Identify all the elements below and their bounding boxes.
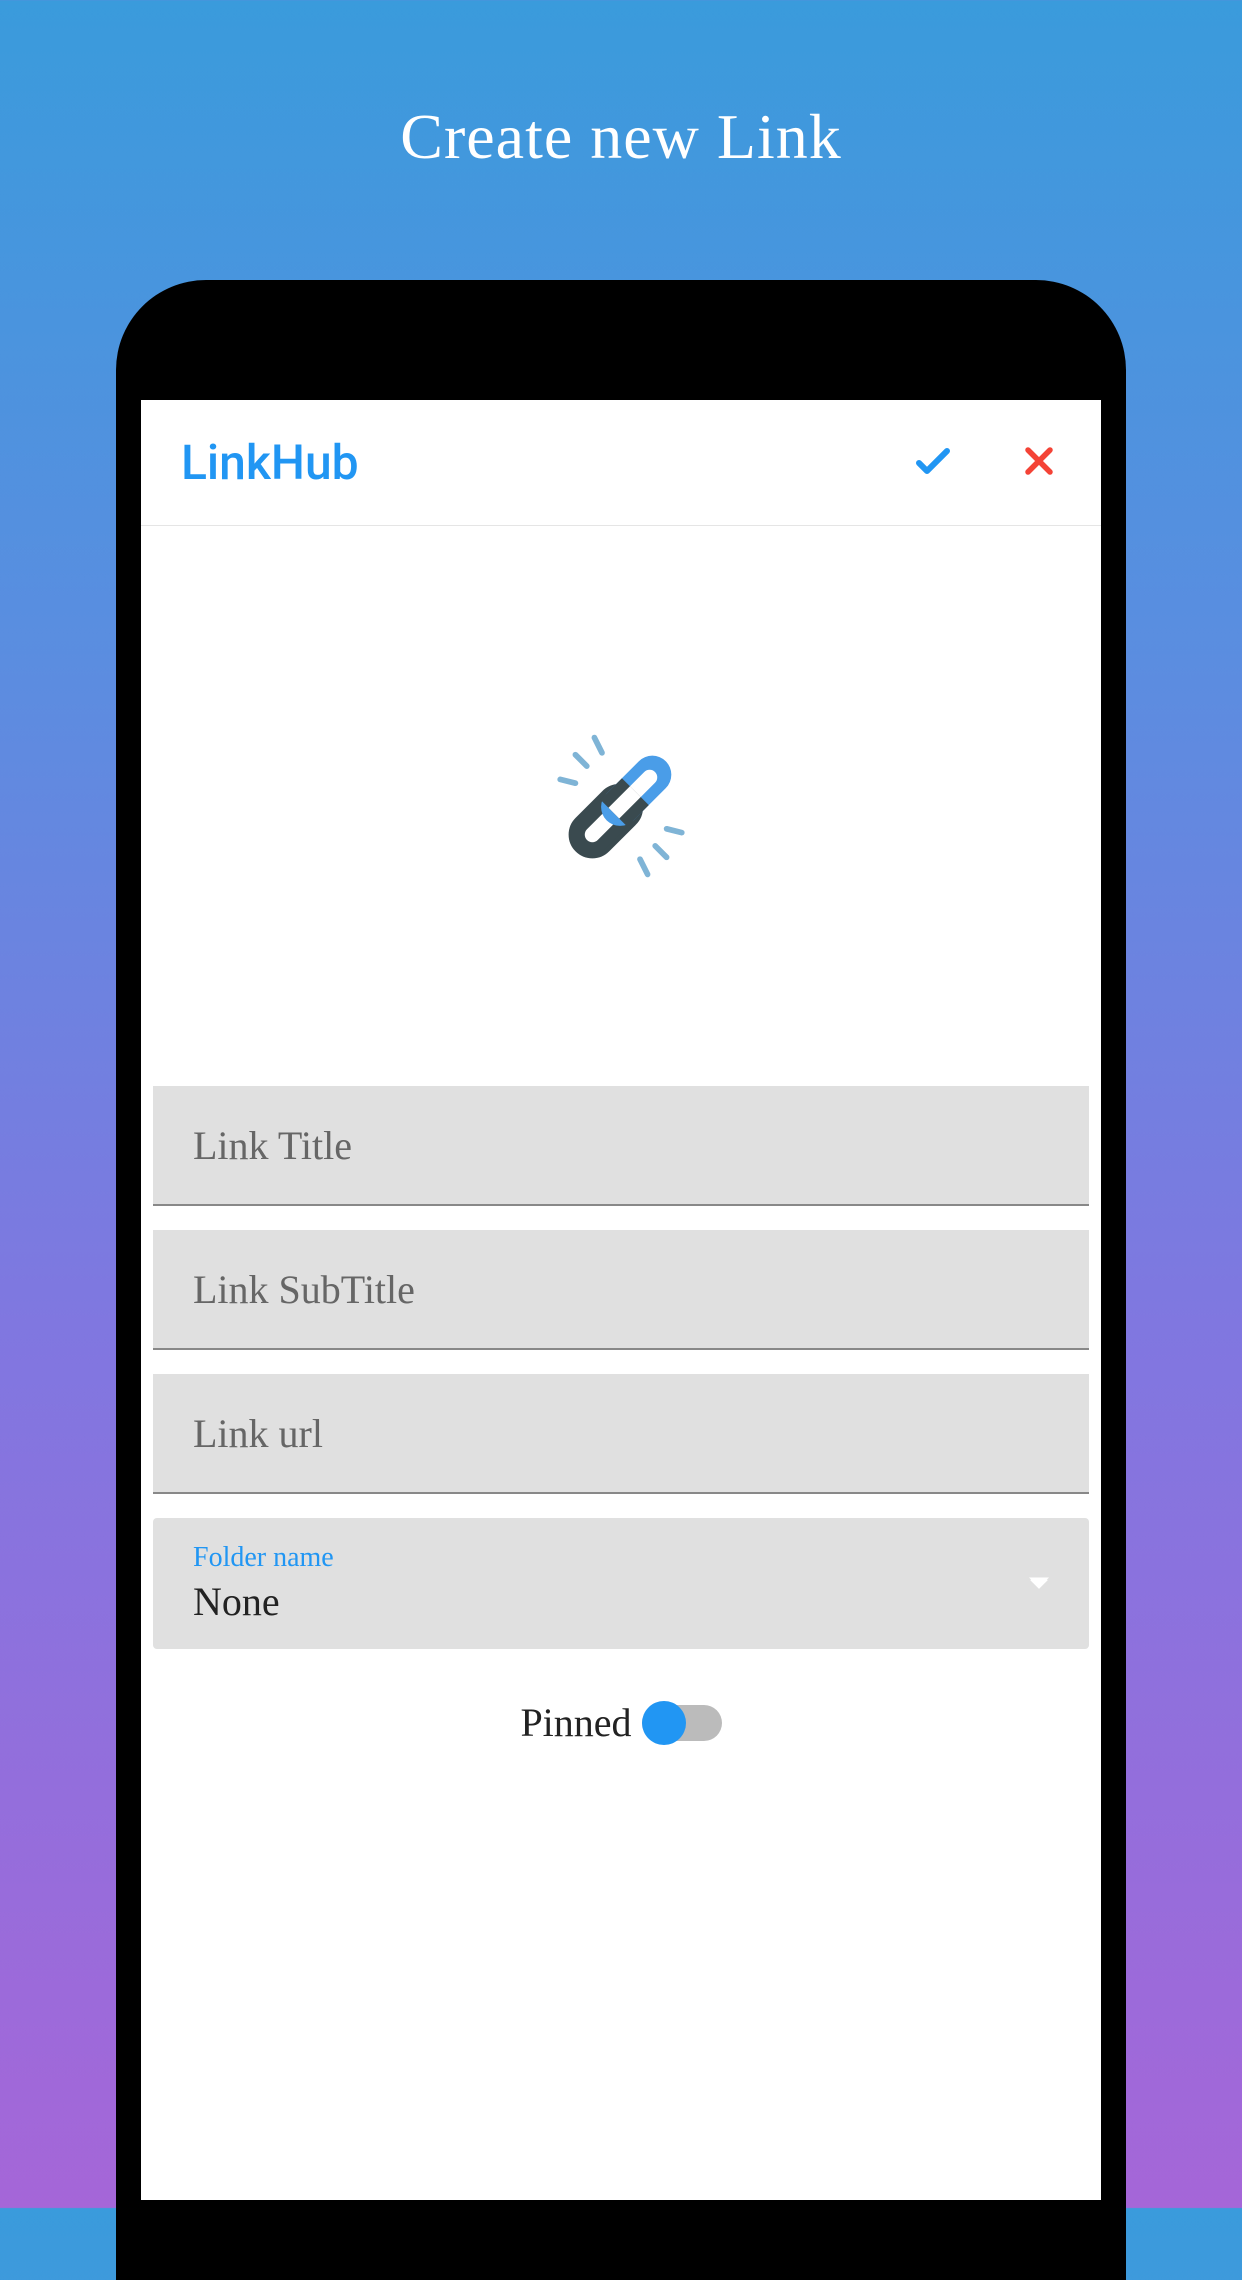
confirm-button[interactable]: [909, 437, 957, 489]
folder-dropdown[interactable]: Folder name None: [153, 1518, 1089, 1649]
phone-frame: LinkHub: [116, 280, 1126, 2280]
close-icon: [1017, 439, 1061, 483]
link-title-input[interactable]: [153, 1086, 1089, 1206]
link-icon: [526, 711, 716, 901]
page-title: Create new Link: [0, 0, 1242, 174]
pinned-row: Pinned: [153, 1679, 1089, 1746]
check-icon: [909, 437, 957, 485]
app-title: LinkHub: [181, 434, 359, 491]
folder-label: Folder name: [193, 1542, 1049, 1574]
link-url-input[interactable]: [153, 1374, 1089, 1494]
dropdown-arrow-icon: [1029, 1574, 1049, 1593]
form-content: Folder name None Pinned: [141, 526, 1101, 1746]
pinned-label: Pinned: [520, 1699, 631, 1746]
folder-value: None: [193, 1578, 1049, 1625]
link-icon-container: [153, 526, 1089, 1086]
phone-screen: LinkHub: [141, 400, 1101, 2200]
link-subtitle-input[interactable]: [153, 1230, 1089, 1350]
app-header: LinkHub: [141, 400, 1101, 526]
cancel-button[interactable]: [1017, 439, 1061, 487]
header-actions: [909, 437, 1061, 489]
toggle-thumb: [642, 1701, 686, 1745]
pinned-toggle[interactable]: [642, 1705, 722, 1741]
